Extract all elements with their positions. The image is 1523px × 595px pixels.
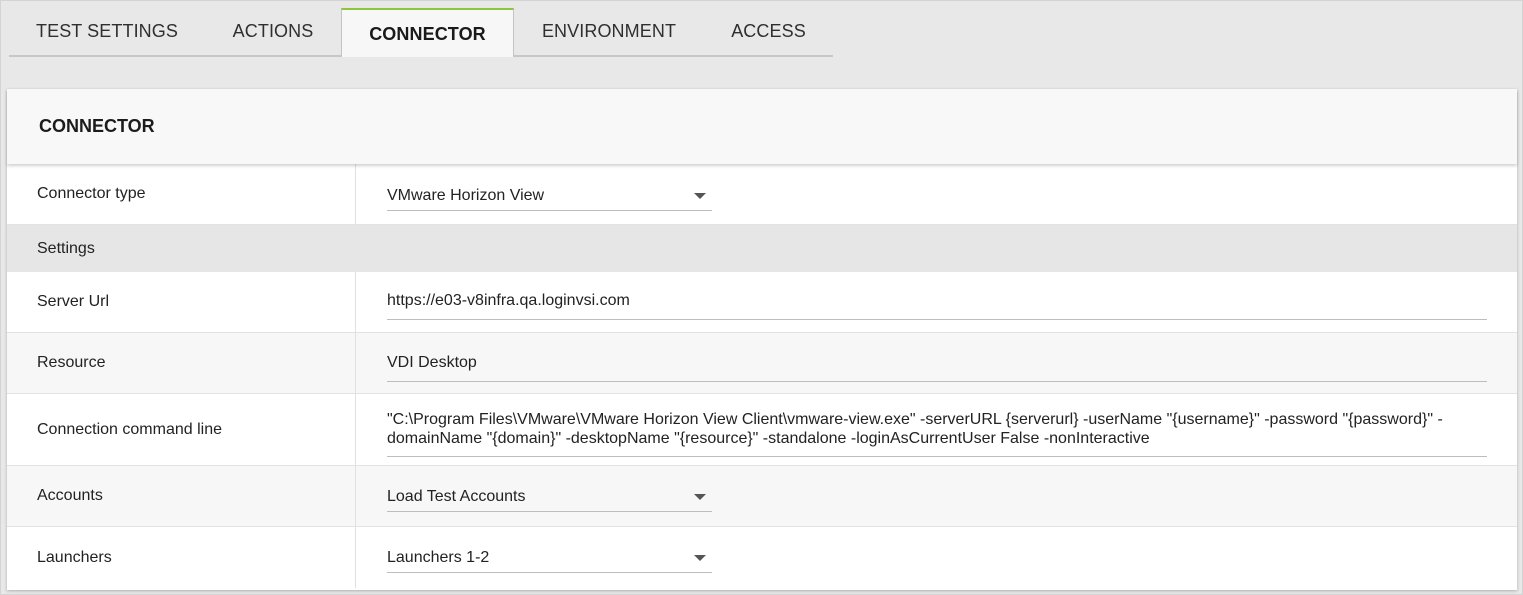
dropdown-arrow-icon: [694, 494, 706, 500]
connector-type-row: Connector type VMware Horizon View: [7, 164, 1517, 225]
column-divider: [355, 466, 356, 526]
launchers-value: Launchers 1-2: [387, 548, 490, 566]
resource-label: Resource: [37, 354, 106, 371]
connector-type-value: VMware Horizon View: [387, 186, 545, 204]
connector-panel: CONNECTOR Connector type VMware Horizon …: [7, 89, 1517, 590]
column-divider: [355, 164, 356, 224]
column-divider: [355, 272, 356, 332]
connector-type-select[interactable]: VMware Horizon View: [387, 181, 712, 211]
server-url-input[interactable]: https://e03-v8infra.qa.loginvsi.com: [387, 290, 1487, 320]
dropdown-arrow-icon: [694, 193, 706, 199]
command-line-text-1: "C:\Program Files\VMware\VMware Horizon …: [387, 411, 1443, 428]
launchers-row: Launchers Launchers 1-2: [7, 527, 1517, 588]
accounts-value: Load Test Accounts: [387, 487, 526, 505]
column-divider: [355, 394, 356, 465]
tab-test-settings[interactable]: TEST SETTINGS: [9, 8, 205, 57]
column-divider: [355, 527, 356, 588]
server-url-row: Server Url https://e03-v8infra.qa.loginv…: [7, 272, 1517, 333]
settings-section-header: Settings: [7, 225, 1517, 272]
accounts-row: Accounts Load Test Accounts: [7, 466, 1517, 527]
tab-bar: TEST SETTINGS ACTIONS CONNECTOR ENVIRONM…: [9, 8, 833, 57]
command-line-text-2: domainName "{domain}" -desktopName "{res…: [387, 430, 1150, 447]
tab-connector[interactable]: CONNECTOR: [341, 8, 514, 57]
column-divider: [355, 333, 356, 393]
resource-input[interactable]: VDI Desktop: [387, 351, 1487, 382]
tab-access[interactable]: ACCESS: [704, 8, 833, 57]
command-line-input[interactable]: "C:\Program Files\VMware\VMware Horizon …: [387, 410, 1487, 457]
tab-actions[interactable]: ACTIONS: [205, 8, 341, 57]
tab-environment[interactable]: ENVIRONMENT: [514, 8, 704, 57]
server-url-label: Server Url: [37, 293, 110, 310]
connector-type-label: Connector type: [37, 185, 146, 202]
accounts-select[interactable]: Load Test Accounts: [387, 482, 712, 512]
command-line-row: Connection command line "C:\Program File…: [7, 394, 1517, 466]
accounts-label: Accounts: [37, 487, 103, 504]
command-line-label: Connection command line: [37, 420, 222, 438]
resource-row: Resource VDI Desktop: [7, 333, 1517, 394]
dropdown-arrow-icon: [694, 555, 706, 561]
launchers-select[interactable]: Launchers 1-2: [387, 543, 712, 573]
settings-section-label: Settings: [37, 239, 95, 257]
panel-title: CONNECTOR: [7, 89, 1517, 164]
launchers-label: Launchers: [37, 548, 112, 566]
